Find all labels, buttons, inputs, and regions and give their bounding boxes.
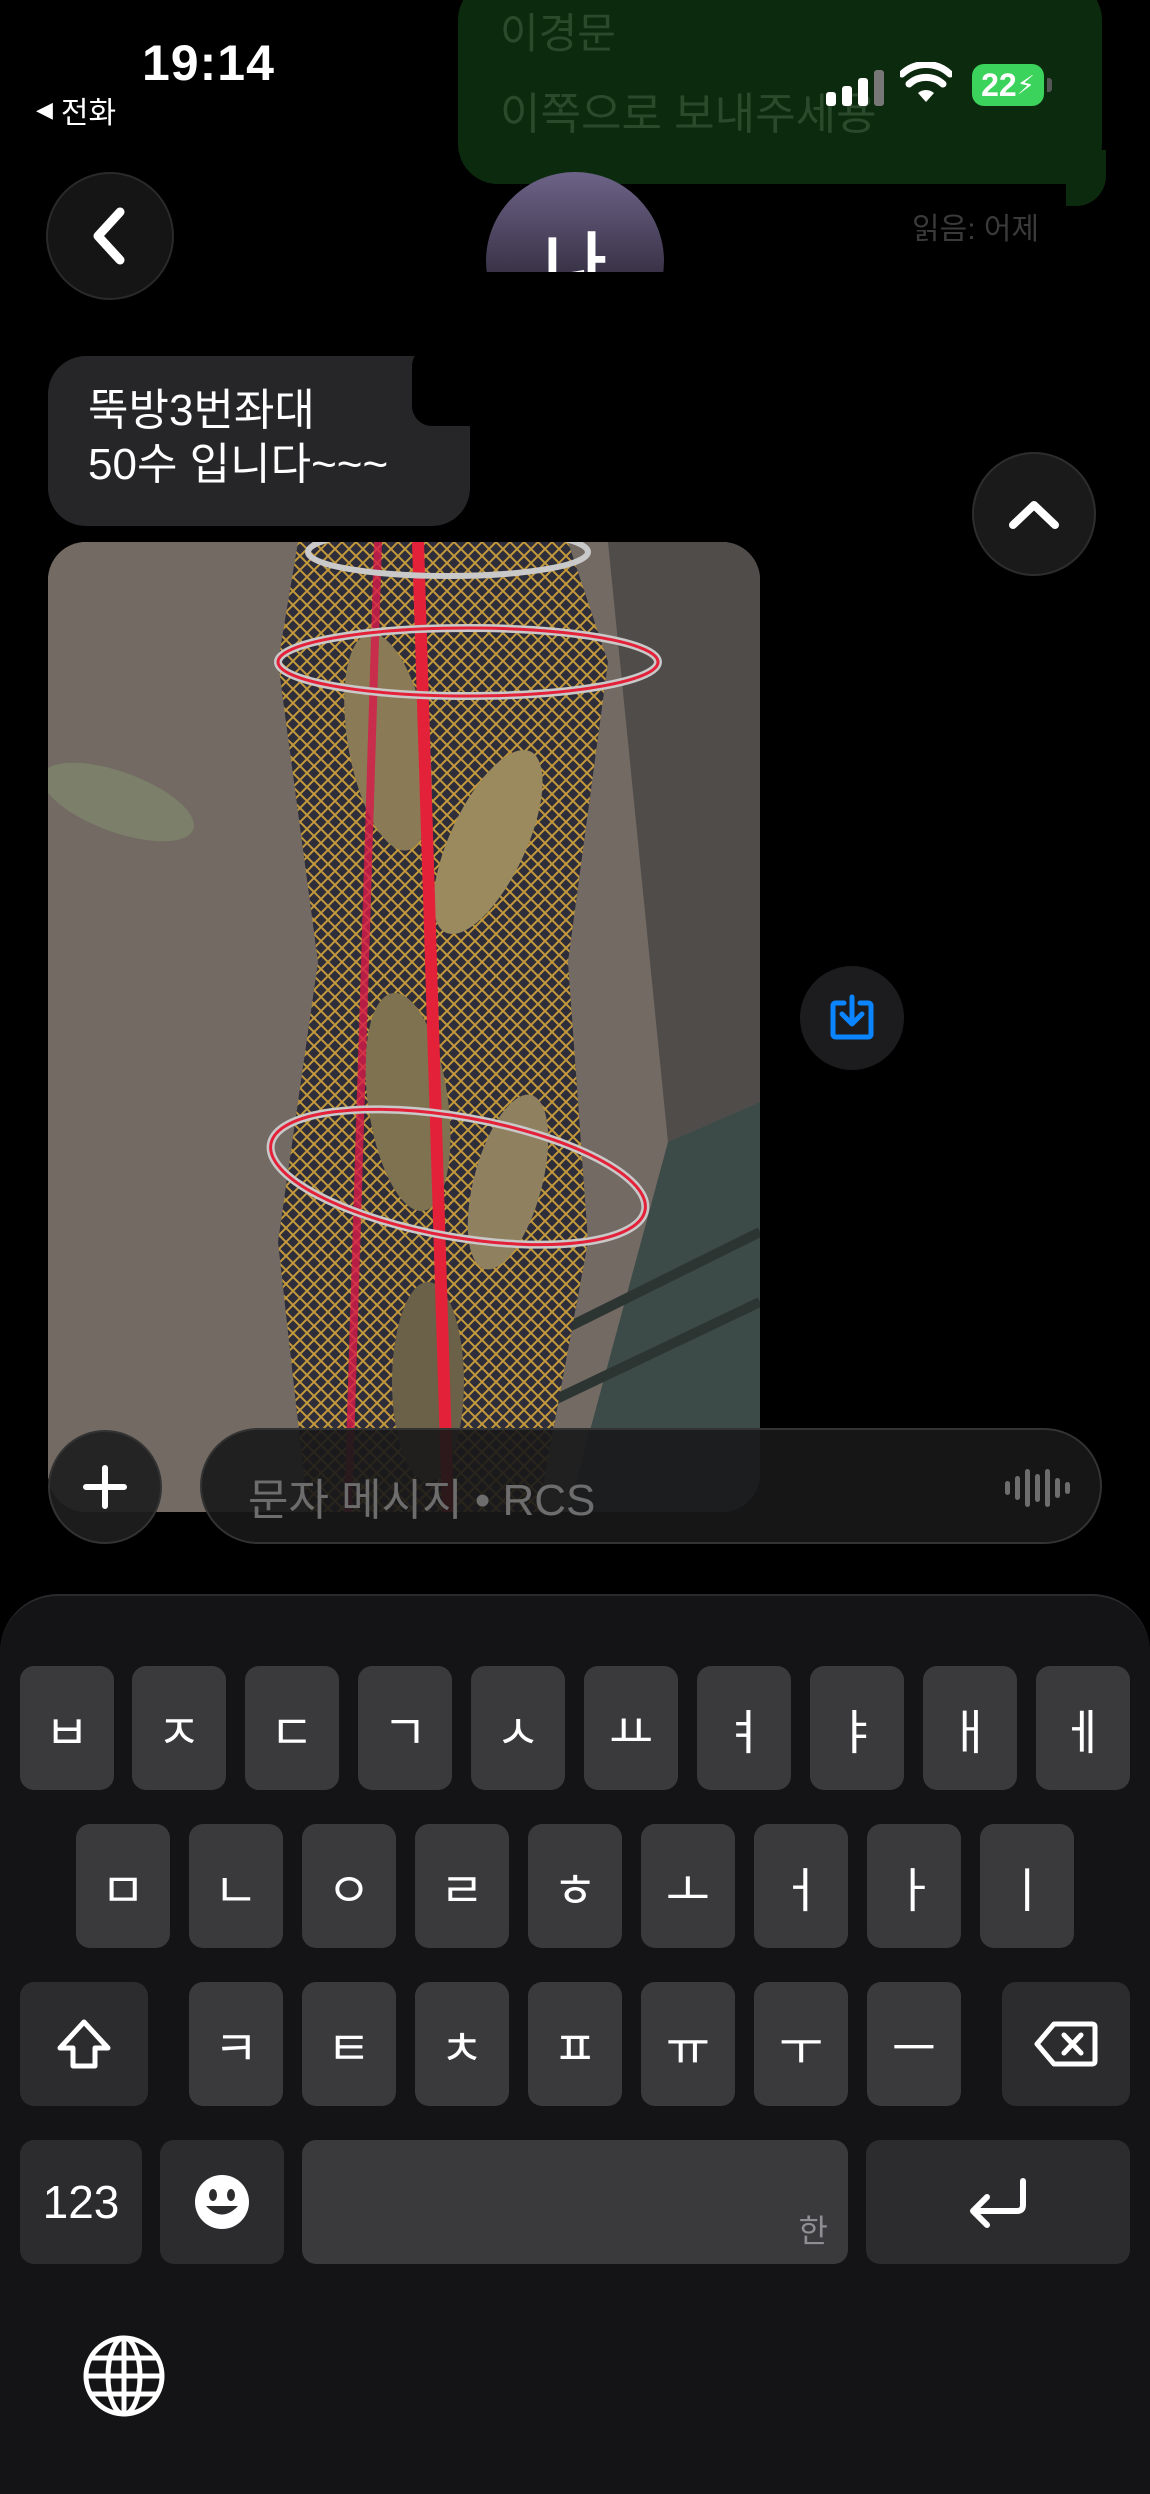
- message-input[interactable]: 문자 메시지 • RCS: [200, 1428, 1102, 1544]
- return-icon: [970, 2178, 1026, 2228]
- key[interactable]: ㄹ: [415, 1824, 509, 1948]
- save-download-icon: [830, 994, 874, 1040]
- header-fade: [470, 272, 680, 362]
- battery-level: 22: [981, 66, 1017, 103]
- received-message-bubble[interactable]: 뚝방3번좌대 50수 입니다~~~: [48, 356, 470, 526]
- key[interactable]: ㅍ: [528, 1982, 622, 2106]
- fish-net-photo: [48, 542, 760, 1512]
- back-button[interactable]: [46, 172, 174, 300]
- key[interactable]: ㅅ: [471, 1666, 565, 1790]
- space-key[interactable]: 한: [302, 2140, 848, 2264]
- photo-message[interactable]: [48, 542, 760, 1512]
- back-app-label: 전화: [60, 97, 117, 130]
- sent-message-line: 이쪽으로 보내주세용: [500, 90, 877, 139]
- emoji-key[interactable]: [160, 2140, 284, 2264]
- key[interactable]: ㅈ: [132, 1666, 226, 1790]
- return-key[interactable]: [866, 2140, 1130, 2264]
- back-triangle-icon: ◀: [36, 97, 53, 122]
- chevron-up-icon: [1009, 501, 1059, 529]
- sent-message-line: 이경문: [500, 10, 616, 57]
- delete-key[interactable]: [1002, 1982, 1130, 2106]
- key[interactable]: ㅗ: [641, 1824, 735, 1948]
- delete-backspace-icon: [1034, 2021, 1098, 2067]
- key[interactable]: ㅋ: [189, 1982, 283, 2106]
- key[interactable]: ㅇ: [302, 1824, 396, 1948]
- key[interactable]: ㅐ: [923, 1666, 1017, 1790]
- numbers-key[interactable]: 123: [20, 2140, 142, 2264]
- key[interactable]: ㅂ: [20, 1666, 114, 1790]
- plus-icon: [83, 1465, 127, 1509]
- status-time: 19:14: [142, 35, 275, 91]
- key[interactable]: ㅜ: [754, 1982, 848, 2106]
- key[interactable]: ㅏ: [867, 1824, 961, 1948]
- key[interactable]: ㅛ: [584, 1666, 678, 1790]
- key[interactable]: ㄷ: [245, 1666, 339, 1790]
- read-receipt: 읽음: 어제: [912, 213, 1040, 246]
- key[interactable]: ㅕ: [697, 1666, 791, 1790]
- key[interactable]: ㅁ: [76, 1824, 170, 1948]
- message-line: 50수 입니다~~~: [88, 440, 389, 489]
- shift-icon: [57, 2019, 111, 2069]
- key[interactable]: ㅑ: [810, 1666, 904, 1790]
- key[interactable]: ㅠ: [641, 1982, 735, 2106]
- key[interactable]: ㅓ: [754, 1824, 848, 1948]
- bubble-tail: [1066, 150, 1106, 206]
- message-placeholder: 문자 메시지 • RCS: [248, 1476, 596, 1525]
- waveform-icon[interactable]: [1005, 1468, 1070, 1508]
- key[interactable]: ㅎ: [528, 1824, 622, 1948]
- key[interactable]: ㅔ: [1036, 1666, 1130, 1790]
- chevron-left-icon: [93, 207, 125, 265]
- shift-key[interactable]: [20, 1982, 148, 2106]
- globe-icon[interactable]: [82, 2334, 166, 2423]
- save-photo-button[interactable]: [800, 966, 904, 1070]
- cellular-signal-icon: [826, 70, 884, 106]
- scroll-to-top-button[interactable]: [972, 452, 1096, 576]
- wifi-icon: [898, 61, 954, 109]
- message-line: 뚝방3번좌대: [88, 386, 315, 435]
- emoji-icon: [195, 2175, 249, 2229]
- key[interactable]: ㅣ: [980, 1824, 1074, 1948]
- add-attachment-button[interactable]: [48, 1430, 162, 1544]
- back-to-app-link[interactable]: ◀ 전화: [36, 88, 116, 132]
- key[interactable]: ㄱ: [358, 1666, 452, 1790]
- key[interactable]: ㅊ: [415, 1982, 509, 2106]
- space-sub-label: 한: [798, 2212, 828, 2250]
- key[interactable]: ㅌ: [302, 1982, 396, 2106]
- key[interactable]: ㅡ: [867, 1982, 961, 2106]
- key[interactable]: ㄴ: [189, 1824, 283, 1948]
- overlay-shadow: [412, 346, 500, 426]
- battery-icon: 22 ⚡: [972, 64, 1052, 106]
